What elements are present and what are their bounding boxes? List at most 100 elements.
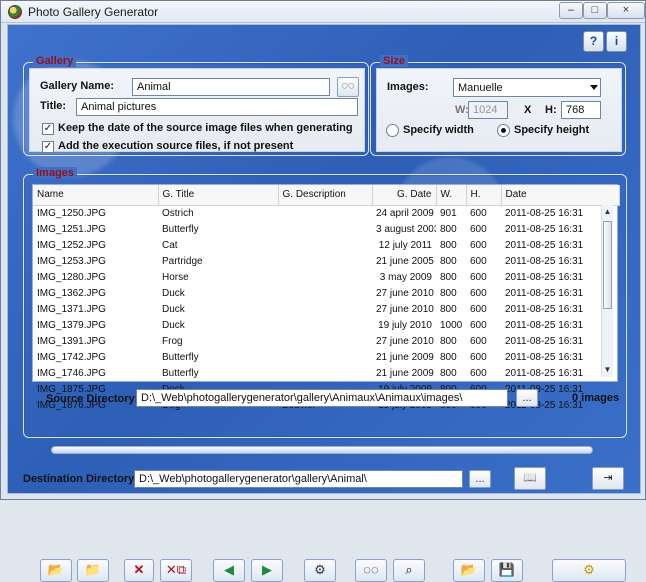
table-row[interactable]: IMG_1746.JPG Butterfly 21 june 2009 800 600 2… xyxy=(33,365,619,381)
height-label: H: xyxy=(545,104,557,116)
table-cell: 600 xyxy=(470,287,487,299)
exit-button[interactable]: ⇥ xyxy=(592,467,624,490)
table-row[interactable]: IMG_1250.JPG Ostrich 24 april 2009 901 600 20… xyxy=(33,205,619,221)
left-arrow-icon: ◀ xyxy=(224,562,234,577)
table-cell xyxy=(278,349,372,365)
table-header-row: Name G. Title G. Description G. Date W. … xyxy=(33,185,620,206)
image-size-select[interactable]: Manuelle xyxy=(453,78,601,97)
column-header-width[interactable]: W. xyxy=(436,185,467,206)
table-cell: 800 xyxy=(440,351,457,363)
scroll-thumb[interactable] xyxy=(603,221,612,309)
minimize-button[interactable]: – xyxy=(559,2,583,19)
open-folder-icon: 📂 xyxy=(47,562,65,577)
table-cell xyxy=(278,253,372,269)
maximize-button[interactable]: □ xyxy=(583,2,607,19)
table-cell: 21 june 2009 xyxy=(376,351,434,363)
table-cell: Duck xyxy=(162,319,185,331)
search-button[interactable]: ⌕ xyxy=(393,559,425,582)
gallery-name-preview-button[interactable]: ◌◌ xyxy=(337,77,359,97)
column-header-title[interactable]: G. Title xyxy=(158,185,279,206)
width-input[interactable]: 1024 xyxy=(468,101,508,119)
table-row[interactable]: IMG_1391.JPG Frog 27 june 2010 800 600 2011-0… xyxy=(33,333,619,349)
column-header-height[interactable]: H. xyxy=(466,185,502,206)
column-header-gallery-date[interactable]: G. Date xyxy=(372,185,437,206)
source-directory-input[interactable]: D:\_Web\photogallerygenerator\gallery\An… xyxy=(136,389,508,407)
table-cell xyxy=(278,317,372,333)
table-cell xyxy=(278,237,372,253)
image-count: 0 images xyxy=(572,392,620,404)
settings-button[interactable]: ⚙ xyxy=(304,559,336,582)
table-cell: IMG_1251.JPG xyxy=(37,223,106,235)
specify-height-radio[interactable] xyxy=(497,124,510,137)
table-row[interactable]: IMG_1251.JPG Butterfly 3 august 2003 800 600… xyxy=(33,221,619,237)
column-header-date[interactable]: Date xyxy=(501,185,620,206)
table-row[interactable]: IMG_1371.JPG Duck 27 june 2010 800 600 2011-0… xyxy=(33,301,619,317)
generate-button[interactable]: ⚙ xyxy=(552,559,626,582)
open-folder-button[interactable]: 📂 xyxy=(40,559,72,582)
table-cell: Butterfly xyxy=(162,367,199,379)
preview-button[interactable]: ◌◌ xyxy=(355,559,387,582)
column-header-description[interactable]: G. Description xyxy=(278,185,373,206)
column-header-name[interactable]: Name xyxy=(33,185,159,206)
save-button[interactable]: 💾 xyxy=(491,559,523,582)
images-table: Name G. Title G. Description G. Date W. … xyxy=(33,185,620,413)
new-folder-button[interactable]: 📁 xyxy=(77,559,109,582)
table-cell: 24 april 2009 xyxy=(376,207,434,219)
table-cell: 800 xyxy=(440,287,457,299)
table-cell: 21 june 2009 xyxy=(376,367,434,379)
dimension-separator: X xyxy=(524,104,532,116)
table-cell: 600 xyxy=(470,207,487,219)
table-row[interactable]: IMG_1252.JPG Cat 12 july 2011 800 600 2011-08… xyxy=(33,237,619,253)
destination-directory-input[interactable]: D:\_Web\photogallerygenerator\gallery\An… xyxy=(134,470,463,488)
table-cell: 600 xyxy=(470,239,487,251)
height-input[interactable]: 768 xyxy=(561,101,601,119)
scroll-down-icon[interactable]: ▼ xyxy=(603,364,612,376)
table-cell: Butterfly xyxy=(162,223,199,235)
table-cell xyxy=(278,269,372,285)
source-directory-browse-button[interactable]: ... xyxy=(516,389,538,407)
specify-width-radio[interactable] xyxy=(386,124,399,137)
table-cell: 800 xyxy=(440,223,457,235)
table-cell: 600 xyxy=(470,303,487,315)
table-cell: IMG_1371.JPG xyxy=(37,303,106,315)
delete-copy-button[interactable]: ✕⧉ xyxy=(160,559,192,582)
gallery-name-input[interactable]: Animal xyxy=(132,78,330,96)
keep-date-checkbox[interactable]: ✓ xyxy=(42,123,54,135)
table-row[interactable]: IMG_1280.JPG Horse 3 may 2009 800 600 2011-08… xyxy=(33,269,619,285)
app-logo-icon xyxy=(8,5,22,19)
add-source-checkbox[interactable]: ✓ xyxy=(42,141,54,153)
images-group: Images Name G. Title G. Description G. D… xyxy=(23,167,627,582)
table-cell: IMG_1742.JPG xyxy=(37,351,106,363)
table-cell xyxy=(278,205,372,221)
gallery-title-input[interactable]: Animal pictures xyxy=(76,98,358,116)
source-directory-label: Source Directory: xyxy=(46,393,139,405)
keep-date-label: Keep the date of the source image files … xyxy=(58,122,353,134)
table-cell: 800 xyxy=(440,271,457,283)
move-right-button[interactable]: ▶ xyxy=(251,559,283,582)
table-cell: IMG_1252.JPG xyxy=(37,239,106,251)
table-cell: 600 xyxy=(470,255,487,267)
specify-width-label: Specify width xyxy=(403,124,474,136)
scroll-up-icon[interactable]: ▲ xyxy=(603,206,612,218)
window-title: Photo Gallery Generator xyxy=(28,5,159,19)
close-button[interactable]: × xyxy=(607,2,645,19)
delete-button[interactable]: ✕ xyxy=(124,559,154,582)
help-circle-icon[interactable]: ? xyxy=(583,31,604,52)
book-button[interactable]: 📖 xyxy=(514,467,546,490)
images-size-label: Images: xyxy=(387,81,429,93)
table-row[interactable]: IMG_1379.JPG Duck 19 july 2010 1000 600 2011-… xyxy=(33,317,619,333)
table-cell: 27 june 2010 xyxy=(376,303,434,315)
folder-button[interactable]: 📂 xyxy=(453,559,485,582)
table-row[interactable]: IMG_1742.JPG Butterfly 21 june 2009 800 600 2… xyxy=(33,349,619,365)
gallery-title-label: Title: xyxy=(40,100,67,112)
info-icon[interactable]: i xyxy=(606,31,627,52)
move-left-button[interactable]: ◀ xyxy=(213,559,245,582)
table-scrollbar[interactable]: ▲ ▼ xyxy=(601,205,613,377)
search-icon: ⌕ xyxy=(405,562,413,577)
table-row[interactable]: IMG_1253.JPG Partridge 21 june 2005 800 600 2… xyxy=(33,253,619,269)
table-row[interactable]: IMG_1362.JPG Duck 27 june 2010 800 600 2011-0… xyxy=(33,285,619,301)
table-cell: 12 july 2011 xyxy=(378,239,432,251)
destination-directory-browse-button[interactable]: ... xyxy=(469,470,491,488)
size-group-title: Size xyxy=(380,55,409,67)
table-cell: IMG_1362.JPG xyxy=(37,287,106,299)
